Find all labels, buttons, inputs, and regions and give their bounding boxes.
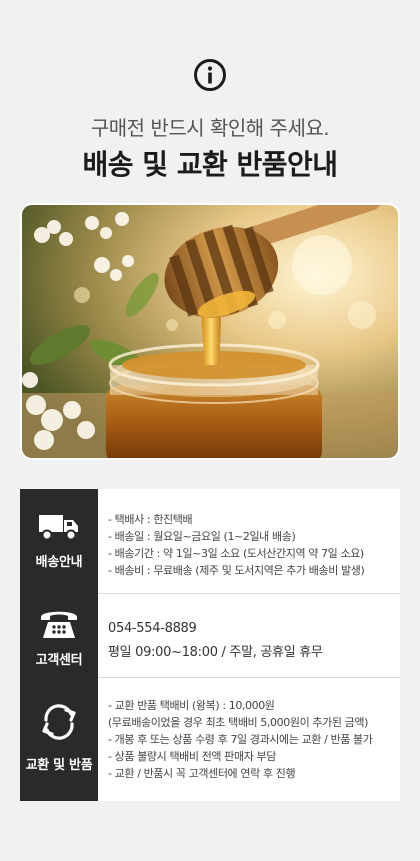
customer-center-details: 054-554-8889 평일 09:00~18:00 / 주말, 공휴일 휴무 xyxy=(108,593,394,677)
shipping-fee: - 배송비 : 무료배송 (제주 및 도서지역은 추가 배송비 발생) xyxy=(108,564,365,577)
exchange-return-label-cell: 교환 및 반품 xyxy=(20,677,98,801)
shipping-carrier: - 택배사 : 한진택배 xyxy=(108,513,193,526)
defect-policy: - 상품 불량시 택배비 전액 판매자 부담 xyxy=(108,750,276,763)
customer-center-label: 고객센터 xyxy=(35,653,83,668)
page-title: 배송 및 교환 반품안내 xyxy=(82,148,338,181)
customer-center-section: 고객센터 054-554-8889 평일 09:00~18:00 / 주말, 공… xyxy=(20,593,400,678)
return-restriction: - 개봉 후 또는 상품 수령 후 7일 경과시에는 교환 / 반품 불가 xyxy=(108,733,373,746)
shipping-label: 배송안내 xyxy=(35,555,83,570)
policy-info-table: 배송안내 - 택배사 : 한진택배 - 배송일 : 월요일~금요일 (1~2일내… xyxy=(20,489,400,801)
shipping-section: 배송안내 - 택배사 : 한진택배 - 배송일 : 월요일~금요일 (1~2일내… xyxy=(20,489,400,594)
exchange-return-details: - 교환 반품 택배비 (왕복) : 10,000원 (무료배송이었을 경우 최… xyxy=(108,677,394,801)
shipping-duration: - 배송기간 : 약 1일~3일 소요 (도서산간지역 약 7일 소요) xyxy=(108,547,364,560)
shipping-label-cell: 배송안내 xyxy=(20,489,98,593)
shipping-details: - 택배사 : 한진택배 - 배송일 : 월요일~금요일 (1~2일내 배송) … xyxy=(108,489,394,593)
shipping-exchange-info-page: 구매전 반드시 확인해 주세요. 배송 및 교환 반품안내 배송안내 - 택배사… xyxy=(0,0,420,861)
contact-before-return: - 교환 / 반품시 꼭 고객센터에 연락 후 진행 xyxy=(108,767,296,780)
telephone-icon xyxy=(41,611,77,638)
refresh-cycle-icon xyxy=(42,704,76,740)
info-circle-icon xyxy=(194,59,226,91)
phone-number[interactable]: 054-554-8889 xyxy=(108,621,197,636)
notice-subtitle: 구매전 반드시 확인해 주세요. xyxy=(90,116,330,140)
business-hours: 평일 09:00~18:00 / 주말, 공휴일 휴무 xyxy=(108,645,323,660)
honey-dipper-jar-photo xyxy=(20,203,400,460)
return-shipping-fee: - 교환 반품 택배비 (왕복) : 10,000원 xyxy=(108,699,275,712)
exchange-return-label: 교환 및 반품 xyxy=(25,758,93,773)
shipping-days: - 배송일 : 월요일~금요일 (1~2일내 배송) xyxy=(108,530,296,543)
customer-center-label-cell: 고객센터 xyxy=(20,593,98,677)
truck-icon xyxy=(39,515,78,541)
exchange-return-section: 교환 및 반품 - 교환 반품 택배비 (왕복) : 10,000원 (무료배송… xyxy=(20,677,400,801)
return-fee-note: (무료배송이었을 경우 최초 택배비 5,000원이 추가된 금액) xyxy=(108,716,368,729)
